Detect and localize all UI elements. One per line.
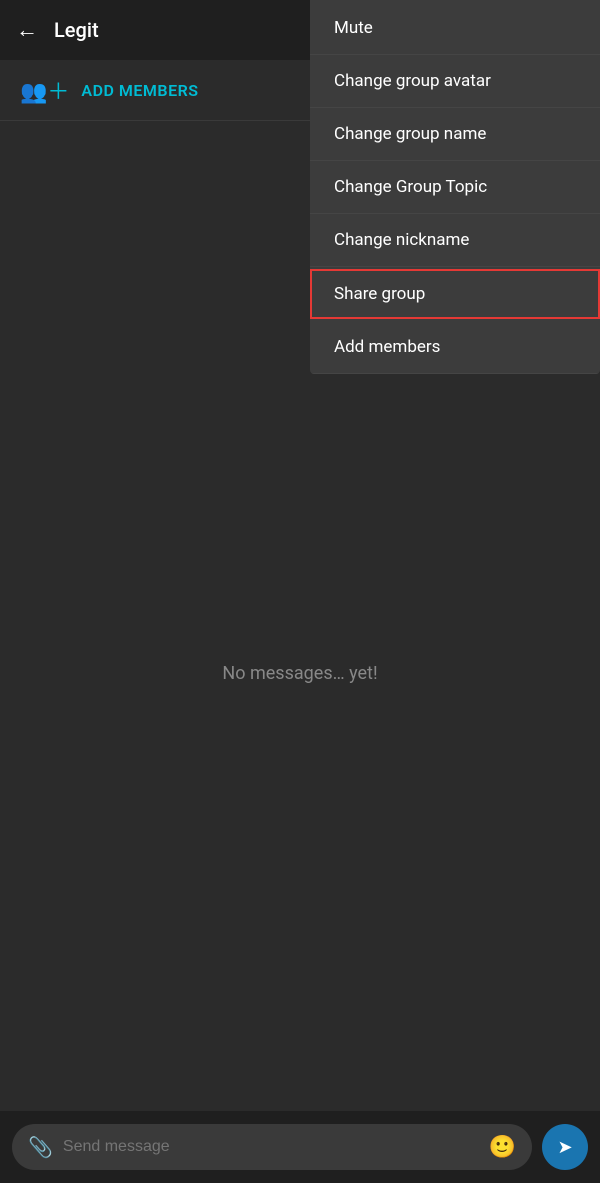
add-members-icon: 👥＋: [20, 74, 69, 106]
dropdown-item-change-name[interactable]: Change group name: [310, 108, 600, 161]
send-button[interactable]: ➤: [542, 1124, 588, 1170]
empty-message: No messages… yet!: [222, 663, 377, 684]
send-icon: ➤: [557, 1137, 572, 1158]
add-members-label: ADD MEMBERS: [81, 81, 198, 100]
dropdown-item-mute[interactable]: Mute: [310, 0, 600, 55]
message-input[interactable]: [63, 1138, 479, 1156]
bottom-bar: 📎 🙂 ➤: [0, 1111, 600, 1183]
emoji-icon[interactable]: 🙂: [489, 1135, 516, 1160]
dropdown-item-change-topic[interactable]: Change Group Topic: [310, 161, 600, 214]
back-button[interactable]: ←: [16, 17, 38, 43]
dropdown-item-change-avatar[interactable]: Change group avatar: [310, 55, 600, 108]
attach-icon[interactable]: 📎: [28, 1135, 53, 1159]
dropdown-menu: MuteChange group avatarChange group name…: [310, 0, 600, 374]
dropdown-item-change-nickname[interactable]: Change nickname: [310, 214, 600, 267]
dropdown-item-add-members[interactable]: Add members: [310, 321, 600, 374]
message-input-area[interactable]: 📎 🙂: [12, 1124, 532, 1170]
dropdown-item-share-group[interactable]: Share group: [310, 269, 600, 319]
